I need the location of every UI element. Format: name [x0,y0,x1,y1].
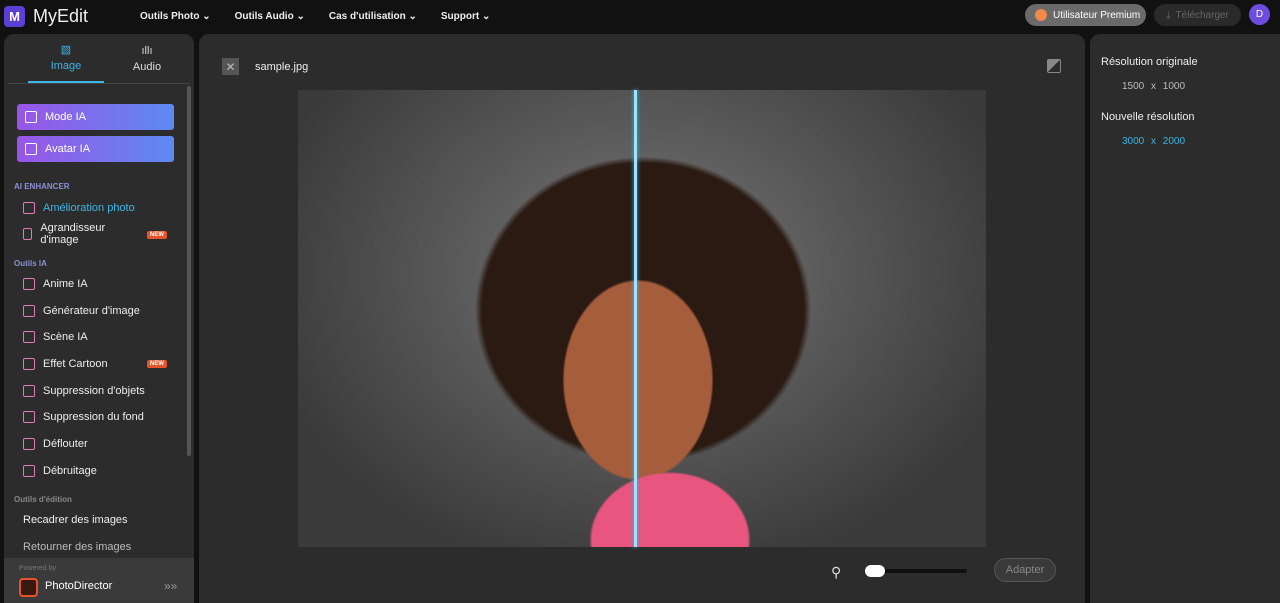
ai-icon [23,202,35,214]
new-badge: NEW [147,231,167,239]
photo-preview [298,90,986,547]
fit-button[interactable]: Adapter [994,558,1056,582]
download-icon: ⤓ [1166,9,1171,21]
ai-icon [23,331,35,343]
sidebar-item-deflouter[interactable]: Déflouter [23,438,183,450]
avatar[interactable]: D [1249,4,1270,25]
section-outils-ia: Outils IA [14,259,47,268]
mode-ia-button[interactable]: Mode IA [17,104,174,130]
section-ai-enhancer: AI ENHANCER [14,182,70,191]
new-resolution-value: 3000 x 2000 [1122,136,1186,147]
close-icon[interactable]: ✕ [222,58,239,75]
new-badge: NEW [147,360,167,368]
ai-icon [23,305,35,317]
original-resolution-label: Résolution originale [1101,56,1198,68]
sidebar-item-retourner[interactable]: Retourner des images [23,541,183,553]
sidebar-item-debruitage[interactable]: Débruitage [23,465,183,477]
logo[interactable]: M MyEdit [4,5,140,27]
ai-icon [23,465,35,477]
ai-icon [23,228,33,240]
avatar-ia-button[interactable]: Avatar IA [17,136,174,162]
new-resolution-label: Nouvelle résolution [1101,111,1195,123]
original-resolution-value: 1500 x 1000 [1122,81,1186,92]
ai-icon [23,385,35,397]
section-outils-edition: Outils d'édition [14,495,72,504]
sidebar-scrollbar[interactable] [187,86,191,456]
powered-by-label: Powered by [19,565,56,572]
compare-view-icon[interactable] [1047,59,1061,73]
ai-icon [25,111,37,123]
chevrons-right-icon: »» [164,579,178,593]
photodirector-icon [19,578,38,597]
sidebar-item-scene-ia[interactable]: Scène IA [23,331,183,343]
premium-button[interactable]: Utilisateur Premium [1025,4,1146,26]
comparison-slider-handle[interactable] [634,90,637,547]
sidebar-item-recadrer[interactable]: Recadrer des images [23,514,183,526]
powered-by-panel[interactable]: Powered by PhotoDirector »» [4,558,194,603]
ai-icon [23,278,35,290]
partner-name: PhotoDirector [45,580,113,592]
tab-audio[interactable]: ıllı Audio [104,34,190,83]
nav-outils-photo[interactable]: Outils Photo ⌄ [140,11,211,22]
premium-badge-icon [1035,9,1047,21]
image-icon: ▧ [60,44,72,56]
info-panel: Résolution originale 1500 x 1000 Nouvell… [1090,34,1280,603]
top-bar: M MyEdit Outils Photo ⌄ Outils Audio ⌄ Ca… [0,0,1280,32]
audio-wave-icon: ıllı [141,44,153,57]
zoom-icon: ⚲ [831,564,842,580]
sidebar-item-agrandisseur[interactable]: Agrandisseur d'image [23,222,118,246]
nav-cas-utilisation[interactable]: Cas d'utilisation ⌄ [329,11,417,22]
ai-icon [25,143,37,155]
ai-icon [23,358,35,370]
zoom-slider[interactable] [865,565,967,577]
nav-support[interactable]: Support ⌄ [441,11,491,22]
tab-image[interactable]: ▧ Image [28,34,104,83]
sidebar-item-amelioration-photo[interactable]: Amélioration photo [23,202,183,214]
logo-icon: M [4,5,25,27]
ai-icon [23,438,35,450]
nav-outils-audio[interactable]: Outils Audio ⌄ [235,11,305,22]
sidebar-item-suppression-objets[interactable]: Suppression d'objets [23,385,183,397]
download-button[interactable]: ⤓ Télécharger [1154,4,1241,26]
app-name: MyEdit [33,5,89,26]
editor-panel: ✕ sample.jpg ⚲ Adapter [199,34,1085,603]
zoom-slider-knob[interactable] [865,565,885,577]
sidebar-item-suppression-fond[interactable]: Suppression du fond [23,411,183,423]
file-name: sample.jpg [255,61,309,73]
sidebar: ▧ Image ıllı Audio Mode IA Avatar IA AI EN… [4,34,194,603]
ai-icon [23,411,35,423]
sidebar-item-anime-ia[interactable]: Anime IA [23,278,183,290]
sidebar-item-generateur[interactable]: Générateur d'image [23,305,183,317]
